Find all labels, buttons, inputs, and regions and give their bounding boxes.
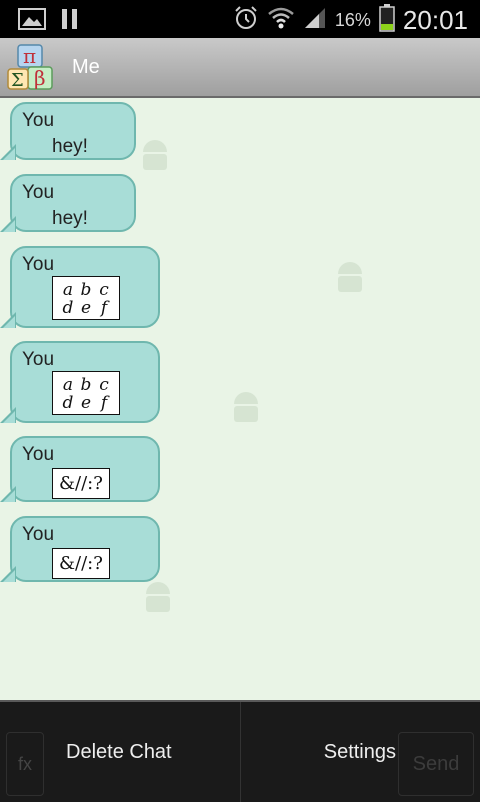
clock-time: 20:01 [402, 5, 468, 35]
matrix-entry: b [80, 375, 92, 395]
message-sender: You [22, 444, 55, 465]
delete-chat-menu-item[interactable]: Delete Chat [0, 702, 238, 802]
title-bar: π β Σ Me [0, 38, 480, 98]
options-menu: fx Send Delete Chat Settings [0, 700, 480, 802]
message-bubble[interactable]: You a b c d e f [0, 341, 160, 423]
android-watermark-icon [146, 582, 170, 612]
android-watermark-icon [234, 392, 258, 422]
matrix-entry: f [100, 298, 108, 318]
matrix-entry: a [62, 280, 74, 300]
message-bubble[interactable]: You &//:? [0, 436, 160, 502]
wifi-icon [267, 6, 295, 35]
message-bubble[interactable]: You hey! [0, 174, 136, 232]
settings-label: Settings [323, 740, 396, 763]
matrix-entry: e [80, 298, 92, 318]
signal-icon [303, 6, 327, 35]
matrix-entry: d [62, 298, 74, 318]
math-formula: &//:? [52, 548, 110, 579]
chat-area[interactable]: You hey! You hey! You a b c d e f You a [0, 98, 480, 700]
math-symbols: &//:? [59, 553, 103, 574]
matrix-entry: d [62, 393, 74, 413]
math-symbols: &//:? [59, 473, 103, 494]
app-logo-icon: π β Σ [6, 41, 58, 93]
math-formula: a b c d e f [52, 371, 120, 415]
message-text: hey! [52, 136, 88, 157]
matrix-entry: c [99, 375, 109, 395]
chat-title: Me [72, 56, 100, 78]
message-bubble[interactable]: You hey! [0, 102, 136, 160]
message-sender: You [22, 524, 55, 545]
message-sender: You [22, 254, 55, 275]
alarm-clock-icon [233, 5, 259, 36]
math-formula: a b c d e f [52, 276, 120, 320]
android-watermark-icon [338, 262, 362, 292]
delete-chat-label: Delete Chat [66, 740, 172, 763]
matrix-entry: b [80, 280, 92, 300]
svg-text:β: β [34, 66, 46, 90]
matrix-entry: e [80, 393, 92, 413]
matrix-entry: f [100, 393, 108, 413]
status-bar: 16% 20:01 [0, 0, 480, 38]
gallery-icon [18, 8, 46, 35]
pause-icon [60, 7, 80, 36]
battery-percentage: 16% [334, 10, 371, 30]
message-bubble[interactable]: You &//:? [0, 516, 160, 582]
message-sender: You [22, 182, 55, 203]
message-bubble[interactable]: You a b c d e f [0, 246, 160, 328]
message-text: hey! [52, 208, 88, 229]
math-formula: &//:? [52, 468, 110, 499]
android-watermark-icon [143, 140, 167, 170]
matrix-entry: c [99, 280, 109, 300]
matrix-entry: a [62, 375, 74, 395]
settings-menu-item[interactable]: Settings [240, 702, 478, 802]
svg-text:Σ: Σ [11, 70, 24, 91]
svg-text:π: π [23, 44, 36, 68]
message-sender: You [22, 349, 55, 370]
message-sender: You [22, 110, 55, 131]
battery-icon [379, 4, 395, 37]
